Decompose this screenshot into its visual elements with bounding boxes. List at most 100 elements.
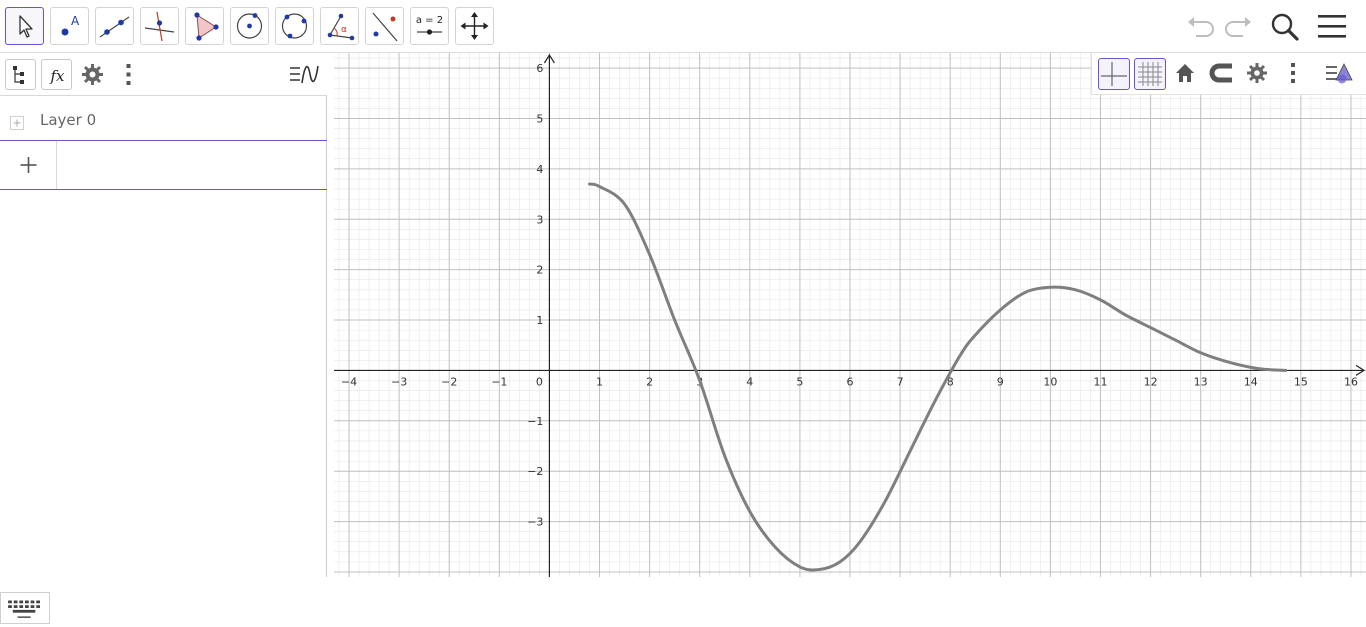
x-tick-label: 11 (1093, 375, 1107, 388)
cursor-arrow-icon (19, 15, 33, 38)
move-graphics-view-tool-button[interactable] (455, 7, 494, 45)
search-button[interactable] (1268, 10, 1302, 44)
x-tick-label: −2 (441, 375, 457, 388)
algebra-input-field[interactable] (58, 141, 326, 189)
fx-icon: fx (49, 67, 65, 85)
circle-center-icon (236, 13, 263, 39)
y-tick-label: −1 (527, 415, 543, 428)
main-menu-button[interactable] (1315, 10, 1349, 44)
angle-tool-button[interactable]: α (320, 7, 359, 45)
perpendicular-line-tool-button[interactable] (140, 7, 179, 45)
more-vertical-icon (1291, 63, 1295, 83)
algebra-tree-button[interactable] (5, 59, 36, 90)
y-tick-label: 6 (536, 62, 543, 75)
y-tick-label: 1 (536, 314, 543, 327)
fx-label: fx (49, 67, 65, 85)
standard-view-button[interactable] (1170, 58, 1202, 90)
graphics-view[interactable]: −4 −3 −2 −1 0 1 2 3 4 5 6 7 8 9 10 11 12 13 14 15 16 1 2 3 4 5 6 −1… (334, 53, 1366, 577)
x-tick-label: 7 (897, 375, 904, 388)
graphics-more-button[interactable] (1278, 58, 1310, 90)
line-tool-button[interactable] (95, 7, 134, 45)
search-icon (1271, 13, 1299, 41)
x-tick-label: 1 (596, 375, 603, 388)
gear-icon (1247, 63, 1267, 83)
algebra-settings-button[interactable] (77, 59, 108, 90)
y-tick-label: 3 (536, 213, 543, 226)
graphics-view-toggle-button[interactable] (288, 59, 319, 90)
layer-label: Layer 0 (40, 111, 97, 129)
gear-icon (82, 64, 103, 85)
more-vertical-icon (126, 64, 131, 85)
toggle-grid-button[interactable] (1134, 58, 1166, 90)
x-tick-label: 16 (1344, 375, 1358, 388)
angle-tool-label: α (341, 25, 347, 35)
magnet-icon (1209, 63, 1232, 83)
circle-center-tool-button[interactable] (230, 7, 269, 45)
axes-icon (1101, 62, 1127, 86)
add-input-button[interactable] (0, 141, 57, 189)
layer-row[interactable]: Layer 0 (0, 96, 327, 141)
point-tool-button[interactable]: A (50, 7, 89, 45)
x-tick-label: 12 (1144, 375, 1158, 388)
graphics-settings-button[interactable] (1242, 58, 1274, 90)
y-tick-label: 5 (536, 113, 543, 126)
x-tick-label: −3 (391, 375, 407, 388)
style-bar-toggle-button[interactable] (1324, 58, 1356, 90)
slider-tool-button[interactable]: a = 2 (410, 7, 449, 45)
style-bar-toggle-icon (1326, 63, 1353, 84)
algebra-header: fx (0, 53, 327, 96)
y-tick-label: 4 (536, 163, 543, 176)
graphics-canvas[interactable]: −4 −3 −2 −1 0 1 2 3 4 5 6 7 8 9 10 11 12 13 14 15 16123456−1… (334, 53, 1366, 577)
x-tick-label: 13 (1194, 375, 1208, 388)
angle-icon: α (327, 13, 355, 41)
reflect-about-line-icon (372, 12, 398, 42)
x-tick-label: 6 (847, 375, 854, 388)
x-tick-label: 2 (646, 375, 653, 388)
tick-labels: −4 −3 −2 −1 0 1 2 3 4 5 6 7 8 9 10 11 12 13 14 15 16123456−1… (341, 62, 1358, 528)
algebra-input-row (0, 141, 327, 190)
point-capturing-button[interactable] (1206, 58, 1238, 90)
axes (334, 53, 1366, 577)
polygon-icon (194, 12, 219, 41)
main-toolbar: A α a = 2 (0, 0, 1366, 53)
algebra-tree-icon (13, 66, 24, 84)
undo-button[interactable] (1184, 10, 1218, 44)
algebra-more-button[interactable] (113, 59, 144, 90)
point-tool-label: A (71, 14, 80, 28)
home-icon (1176, 64, 1194, 82)
hamburger-menu-icon (1318, 15, 1346, 38)
algebra-input-fx-button[interactable]: fx (41, 59, 72, 90)
graphics-style-bar (1091, 53, 1366, 95)
reflect-tool-button[interactable] (365, 7, 404, 45)
function-curve[interactable] (587, 182, 1288, 572)
algebra-view: fx Layer 0 (0, 53, 327, 624)
x-tick-label: 0 (536, 375, 543, 388)
keyboard-icon (8, 600, 40, 618)
y-tick-label: −2 (527, 465, 543, 478)
x-tick-label: 4 (746, 375, 753, 388)
undo-icon (1188, 17, 1214, 37)
slider-icon: a = 2 (416, 15, 443, 35)
redo-button[interactable] (1221, 10, 1255, 44)
polygon-tool-button[interactable] (185, 7, 224, 45)
plus-icon (20, 157, 37, 173)
x-tick-label: 5 (796, 375, 803, 388)
virtual-keyboard-button[interactable] (0, 592, 50, 624)
move-tool-button[interactable] (5, 7, 44, 45)
circle-three-points-icon (281, 13, 308, 39)
x-tick-label: 9 (997, 375, 1004, 388)
toggle-axes-button[interactable] (1098, 58, 1130, 90)
x-tick-label: 10 (1043, 375, 1057, 388)
move-view-arrows-icon (460, 12, 489, 40)
grid-icon (1138, 62, 1162, 86)
perpendicular-line-icon (144, 11, 175, 42)
circle-three-points-tool-button[interactable] (275, 7, 314, 45)
graphics-view-icon (290, 65, 319, 84)
expand-plus-icon[interactable] (10, 116, 24, 130)
x-tick-label: 15 (1294, 375, 1308, 388)
y-tick-label: −3 (527, 516, 543, 529)
x-tick-label: 14 (1244, 375, 1258, 388)
y-tick-label: 2 (536, 264, 543, 277)
x-tick-label: −1 (491, 375, 507, 388)
point-A-icon: A (61, 14, 80, 36)
